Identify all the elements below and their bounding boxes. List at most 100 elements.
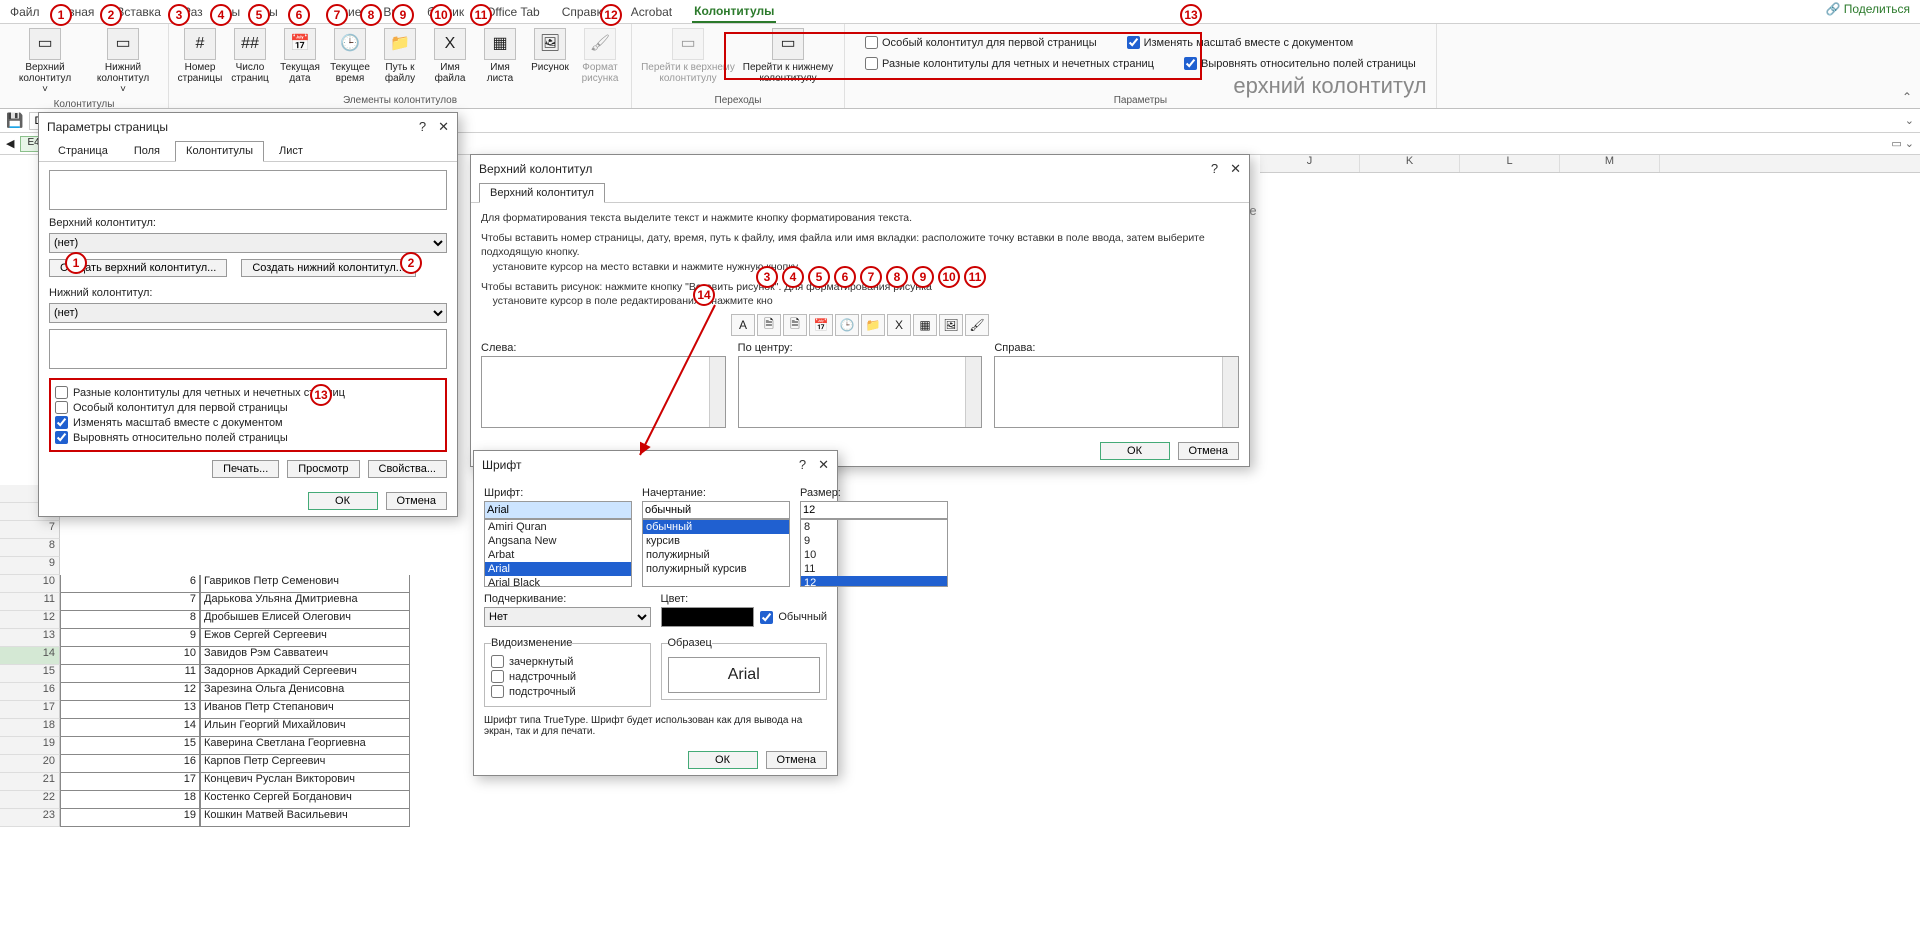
help-icon[interactable]: ?: [419, 119, 426, 135]
cell-name[interactable]: Костенко Сергей Богданович: [200, 791, 410, 809]
insert-path-button[interactable]: 📁: [861, 314, 885, 336]
cell-name[interactable]: Дарькова Ульяна Дмитриевна: [200, 593, 410, 611]
row-header[interactable]: 22: [0, 791, 60, 809]
cell-name[interactable]: Концевич Руслан Викторович: [200, 773, 410, 791]
font-format-button[interactable]: A: [731, 314, 755, 336]
table-row[interactable]: Дарькова Ульяна Дмитриевна: [200, 593, 410, 611]
size-list[interactable]: 891011121416: [800, 519, 948, 587]
table-row[interactable]: Концевич Руслан Викторович: [200, 773, 410, 791]
cell-number[interactable]: 14: [60, 719, 200, 737]
current-time-button[interactable]: 🕒Текущее время: [325, 26, 375, 86]
cell-number[interactable]: 7: [60, 593, 200, 611]
table-row[interactable]: Иванов Петр Степанович: [200, 701, 410, 719]
list-item[interactable]: Arial: [485, 562, 631, 576]
tab-margins[interactable]: Поля: [123, 141, 171, 161]
list-item[interactable]: полужирный: [643, 548, 789, 562]
row-header[interactable]: 16: [0, 683, 60, 701]
footer-combo[interactable]: (нет): [49, 303, 447, 323]
print-button[interactable]: Печать...: [212, 460, 279, 478]
cell-number[interactable]: 8: [60, 611, 200, 629]
list-item[interactable]: 9: [801, 534, 947, 548]
tab-acrobat[interactable]: Acrobat: [629, 2, 674, 22]
font-style-input[interactable]: [642, 501, 790, 519]
table-row[interactable]: Зарезина Ольга Денисовна: [200, 683, 410, 701]
row-header[interactable]: 8: [0, 539, 60, 557]
list-item[interactable]: Arbat: [485, 548, 631, 562]
row-header[interactable]: 11: [0, 593, 60, 611]
cell-number[interactable]: 15: [60, 737, 200, 755]
cell-name[interactable]: Кошкин Матвей Васильевич: [200, 809, 410, 827]
chk-strike[interactable]: зачеркнутый: [491, 655, 644, 668]
center-section-input[interactable]: [739, 357, 966, 427]
table-row[interactable]: Завидов Рэм Савватеич: [200, 647, 410, 665]
cell-number[interactable]: 11: [60, 665, 200, 683]
cell-number[interactable]: 10: [60, 647, 200, 665]
cell-name[interactable]: Карпов Петр Сергеевич: [200, 755, 410, 773]
ps-cancel-button[interactable]: Отмена: [386, 492, 447, 510]
insert-page-count-button[interactable]: 🗎: [783, 314, 807, 336]
list-item[interactable]: Amiri Quran: [485, 520, 631, 534]
header-dropdown[interactable]: ▭Верхний колонтитул ˅: [6, 26, 84, 97]
close-icon[interactable]: ✕: [1230, 161, 1241, 177]
header-combo[interactable]: (нет): [49, 233, 447, 253]
font-size-input[interactable]: [800, 501, 948, 519]
list-item[interactable]: полужирный курсив: [643, 562, 789, 576]
page-count-button[interactable]: ##Число страниц: [225, 26, 275, 86]
table-row[interactable]: Гавриков Петр Семенович: [200, 575, 410, 593]
insert-page-number-button[interactable]: 🗎: [757, 314, 781, 336]
ps-chk-align[interactable]: Выровнять относительно полей страницы: [55, 431, 441, 444]
header-dlg-tab[interactable]: Верхний колонтитул: [479, 183, 605, 203]
create-footer-button[interactable]: Создать нижний колонтитул...: [241, 259, 416, 277]
collapse-ribbon-icon[interactable]: ⌃: [1902, 90, 1912, 104]
row-header[interactable]: 21: [0, 773, 60, 791]
color-combo[interactable]: ■: [661, 607, 755, 627]
style-list[interactable]: обычныйкурсивполужирныйполужирный курсив: [642, 519, 790, 587]
chk-sub[interactable]: подстрочный: [491, 685, 644, 698]
chk-super[interactable]: надстрочный: [491, 670, 644, 683]
col-j[interactable]: J: [1260, 155, 1360, 172]
table-row[interactable]: Каверина Светлана Георгиевна: [200, 737, 410, 755]
row-header[interactable]: 20: [0, 755, 60, 773]
tab-officetab[interactable]: Office Tab: [484, 2, 542, 22]
sheet-name-button[interactable]: ▦Имя листа: [475, 26, 525, 86]
help-icon[interactable]: ?: [799, 457, 806, 473]
save-icon[interactable]: 💾: [6, 112, 23, 129]
preview-button[interactable]: Просмотр: [287, 460, 359, 478]
ps-ok-button[interactable]: ОК: [308, 492, 378, 510]
font-name-input[interactable]: [484, 501, 632, 519]
scrollbar[interactable]: [709, 357, 725, 427]
list-item[interactable]: курсив: [643, 534, 789, 548]
ps-chk-first[interactable]: Особый колонтитул для первой страницы: [55, 401, 441, 414]
ps-chk-scale[interactable]: Изменять масштаб вместе с документом: [55, 416, 441, 429]
list-item[interactable]: Arial Black: [485, 576, 631, 587]
tab-page[interactable]: Страница: [47, 141, 119, 161]
cell-name[interactable]: Завидов Рэм Савватеич: [200, 647, 410, 665]
row-header[interactable]: 12: [0, 611, 60, 629]
row-header[interactable]: 19: [0, 737, 60, 755]
tab-hf[interactable]: Колонтитулы: [175, 141, 264, 162]
col-k[interactable]: K: [1360, 155, 1460, 172]
table-row[interactable]: Ильин Георгий Михайлович: [200, 719, 410, 737]
list-item[interactable]: 10: [801, 548, 947, 562]
font-cancel-button[interactable]: Отмена: [766, 751, 827, 769]
nav-left-icon[interactable]: ◀: [6, 137, 14, 150]
tab-header-footer[interactable]: Колонтитулы: [692, 1, 776, 23]
cell-name[interactable]: Дробышев Елисей Олегович: [200, 611, 410, 629]
cell-number[interactable]: 12: [60, 683, 200, 701]
row-header[interactable]: 18: [0, 719, 60, 737]
list-item[interactable]: Angsana New: [485, 534, 631, 548]
cell-name[interactable]: Ежов Сергей Сергеевич: [200, 629, 410, 647]
cell-number[interactable]: 13: [60, 701, 200, 719]
list-item[interactable]: 8: [801, 520, 947, 534]
right-section-input[interactable]: [995, 357, 1222, 427]
col-l[interactable]: L: [1460, 155, 1560, 172]
page-number-button[interactable]: #Номер страницы: [175, 26, 225, 86]
close-icon[interactable]: ✕: [438, 119, 449, 135]
font-list[interactable]: Amiri QuranAngsana NewArbatArialArial Bl…: [484, 519, 632, 587]
list-item[interactable]: 11: [801, 562, 947, 576]
row-header[interactable]: 10: [0, 575, 60, 593]
scrollbar[interactable]: [965, 357, 981, 427]
left-section-input[interactable]: [482, 357, 709, 427]
table-row[interactable]: Дробышев Елисей Олегович: [200, 611, 410, 629]
hdr-ok-button[interactable]: ОК: [1100, 442, 1170, 460]
